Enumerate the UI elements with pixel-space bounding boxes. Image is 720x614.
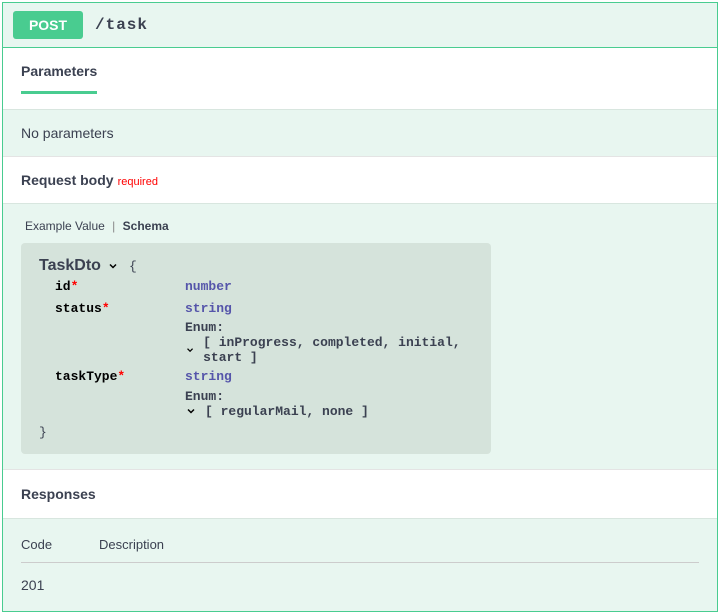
enum-label: Enum: [185, 389, 473, 404]
open-brace: { [129, 259, 137, 274]
method-badge: POST [13, 11, 83, 39]
chevron-down-icon [107, 260, 119, 272]
responses-heading: Responses [3, 469, 717, 518]
response-row: 201 [21, 563, 699, 593]
model-toggle[interactable]: TaskDto { [39, 257, 137, 275]
col-code: Code [21, 537, 99, 552]
schema-box: TaskDto { id* number status* string Enum… [21, 243, 491, 454]
parameters-section-header: Parameters [3, 48, 717, 109]
request-body-content: Example Value | Schema TaskDto { id* num… [3, 203, 717, 469]
enum-values: [ regularMail, none ] [205, 404, 369, 419]
prop-name: status [55, 301, 102, 316]
endpoint-panel: POST /task Parameters No parameters Requ… [2, 2, 718, 612]
enum-toggle[interactable]: [ inProgress, completed, initial, start … [185, 335, 473, 365]
prop-name: id [55, 279, 71, 294]
parameters-tab[interactable]: Parameters [21, 63, 97, 94]
responses-table: Code Description 201 [3, 518, 717, 611]
chevron-down-icon [185, 344, 195, 356]
request-body-label: Request body [21, 172, 114, 188]
endpoint-header[interactable]: POST /task [3, 3, 717, 48]
enum-label: Enum: [185, 320, 473, 335]
endpoint-path: /task [95, 16, 148, 34]
required-star: * [102, 301, 110, 316]
col-description: Description [99, 537, 164, 552]
no-parameters-msg: No parameters [3, 109, 717, 156]
tab-example-value[interactable]: Example Value [21, 219, 109, 233]
prop-type: string [185, 367, 232, 387]
model-name: TaskDto [39, 257, 101, 275]
close-brace: } [39, 425, 473, 440]
required-tag: required [118, 176, 158, 188]
enum-values: [ inProgress, completed, initial, start … [203, 335, 473, 365]
schema-tabs: Example Value | Schema [21, 219, 699, 233]
tab-schema[interactable]: Schema [119, 219, 173, 233]
request-body-header: Request body required [3, 156, 717, 203]
required-star: * [71, 279, 79, 294]
chevron-down-icon [185, 405, 197, 417]
enum-toggle[interactable]: [ regularMail, none ] [185, 404, 473, 419]
prop-type: number [185, 277, 232, 297]
prop-type: string [185, 299, 232, 319]
prop-row: id* number [55, 277, 473, 297]
prop-name: taskType [55, 369, 117, 384]
prop-row: taskType* string [55, 367, 473, 387]
tab-divider: | [112, 219, 115, 233]
required-star: * [117, 369, 125, 384]
response-code: 201 [21, 577, 99, 593]
prop-row: status* string [55, 299, 473, 319]
